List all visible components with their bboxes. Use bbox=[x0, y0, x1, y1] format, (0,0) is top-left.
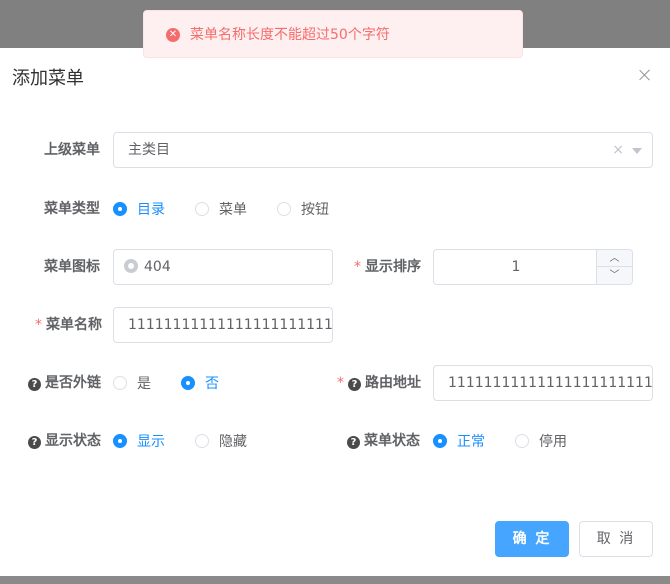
menu-type-label: 菜单类型 bbox=[44, 201, 100, 217]
close-icon[interactable] bbox=[636, 66, 654, 84]
required-mark: * bbox=[354, 259, 361, 275]
radio-label: 目录 bbox=[137, 202, 165, 218]
menu-type-radio-button[interactable]: 按钮 bbox=[277, 199, 329, 219]
route-path-label-text: 路由地址 bbox=[365, 375, 421, 391]
radio-label: 按钮 bbox=[301, 202, 329, 218]
menu-name-label-text: 菜单名称 bbox=[46, 317, 102, 333]
add-menu-dialog: 添加菜单 上级菜单 主类目 × 菜单类型 目录 菜单 按钮 菜单图标 404 *… bbox=[0, 48, 670, 576]
visible-status-radio-show[interactable]: 显示 bbox=[113, 431, 165, 451]
error-toast: ✕ 菜单名称长度不能超过50个字符 bbox=[143, 10, 523, 58]
required-mark: * bbox=[35, 317, 42, 333]
background-footer bbox=[0, 576, 670, 584]
radio-label: 是 bbox=[137, 376, 151, 392]
menu-type-radio-menu[interactable]: 菜单 bbox=[195, 199, 247, 219]
visible-status-label-text: 显示状态 bbox=[45, 433, 101, 449]
menu-type-radio-directory[interactable]: 目录 bbox=[113, 199, 165, 219]
radio-label: 否 bbox=[205, 376, 219, 392]
parent-menu-label: 上级菜单 bbox=[44, 142, 100, 158]
parent-menu-select[interactable]: 主类目 × bbox=[113, 132, 653, 168]
menu-status-radio-normal[interactable]: 正常 bbox=[433, 431, 485, 451]
radio-label: 隐藏 bbox=[219, 434, 247, 450]
radio-unchecked-icon bbox=[277, 202, 291, 216]
visible-status-radio-hide[interactable]: 隐藏 bbox=[195, 431, 247, 451]
menu-name-label: * 菜单名称 bbox=[35, 315, 102, 335]
cancel-button[interactable]: 取 消 bbox=[579, 521, 653, 557]
chevron-down-icon bbox=[632, 148, 642, 154]
question-icon[interactable]: ? bbox=[28, 378, 41, 391]
menu-icon-value: 404 bbox=[144, 259, 171, 275]
is-external-radio-yes[interactable]: 是 bbox=[113, 373, 151, 393]
404-icon bbox=[124, 259, 138, 273]
radio-label: 显示 bbox=[137, 434, 165, 450]
sort-order-label: * 显示排序 bbox=[354, 257, 421, 277]
route-path-input[interactable]: 1111111111111111111111111111111 bbox=[433, 365, 653, 401]
radio-unchecked-icon bbox=[113, 376, 127, 390]
radio-checked-icon bbox=[181, 376, 195, 390]
toast-message: 菜单名称长度不能超过50个字符 bbox=[190, 27, 390, 43]
is-external-label-text: 是否外链 bbox=[45, 375, 101, 391]
radio-label: 停用 bbox=[539, 434, 567, 450]
sort-order-label-text: 显示排序 bbox=[365, 259, 421, 275]
radio-unchecked-icon bbox=[515, 434, 529, 448]
route-path-label: *? 路由地址 bbox=[337, 373, 421, 393]
radio-label: 正常 bbox=[457, 434, 485, 450]
required-mark: * bbox=[337, 375, 344, 391]
increase-button[interactable]: ︿ bbox=[596, 250, 632, 267]
menu-name-value: 111111111111111111111111111111 bbox=[128, 317, 333, 333]
question-icon[interactable]: ? bbox=[28, 436, 41, 449]
decrease-button[interactable]: ﹀ bbox=[596, 267, 632, 284]
radio-unchecked-icon bbox=[195, 202, 209, 216]
dialog-title: 添加菜单 bbox=[12, 68, 84, 89]
radio-checked-icon bbox=[113, 202, 127, 216]
is-external-radio-no[interactable]: 否 bbox=[181, 373, 219, 393]
menu-icon-input[interactable]: 404 bbox=[113, 249, 333, 285]
parent-menu-value: 主类目 bbox=[128, 142, 170, 158]
is-external-label: ? 是否外链 bbox=[28, 373, 101, 393]
sort-order-stepper[interactable]: 1 ︿ ﹀ bbox=[433, 249, 633, 285]
question-icon[interactable]: ? bbox=[348, 378, 361, 391]
menu-status-radio-disabled[interactable]: 停用 bbox=[515, 431, 567, 451]
radio-unchecked-icon bbox=[195, 434, 209, 448]
menu-name-input[interactable]: 111111111111111111111111111111 bbox=[113, 307, 333, 343]
route-path-value: 1111111111111111111111111111111 bbox=[448, 375, 653, 391]
clear-icon[interactable]: × bbox=[612, 133, 624, 167]
confirm-button[interactable]: 确 定 bbox=[495, 521, 569, 557]
radio-checked-icon bbox=[113, 434, 127, 448]
menu-status-label: ? 菜单状态 bbox=[347, 431, 420, 451]
menu-icon-label: 菜单图标 bbox=[44, 259, 100, 275]
sort-order-value[interactable]: 1 bbox=[434, 250, 598, 284]
menu-status-label-text: 菜单状态 bbox=[364, 433, 420, 449]
radio-label: 菜单 bbox=[219, 202, 247, 218]
visible-status-label: ? 显示状态 bbox=[28, 431, 101, 451]
question-icon[interactable]: ? bbox=[347, 436, 360, 449]
error-icon: ✕ bbox=[166, 28, 180, 42]
radio-checked-icon bbox=[433, 434, 447, 448]
